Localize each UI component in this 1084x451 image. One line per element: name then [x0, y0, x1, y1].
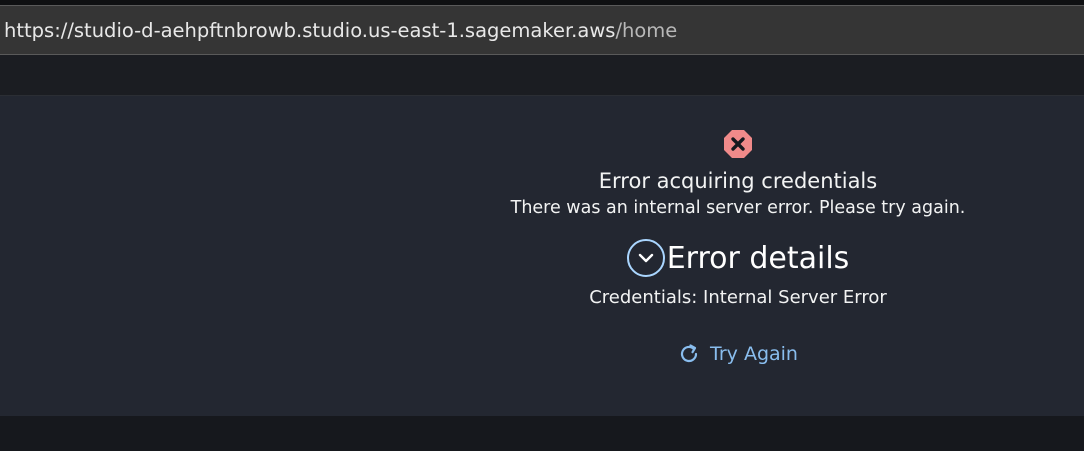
url-path: /home	[615, 18, 678, 42]
error-details-toggle[interactable]: Error details	[438, 237, 1038, 279]
error-x-icon	[724, 130, 752, 158]
error-details-text: Credentials: Internal Server Error	[589, 287, 887, 308]
url-text[interactable]: https://studio-d-aehpftnbrowb.studio.us-…	[4, 19, 677, 42]
page-footer-area	[0, 416, 1084, 451]
app-header	[0, 55, 1084, 96]
address-bar[interactable]: https://studio-d-aehpftnbrowb.studio.us-…	[0, 5, 1084, 55]
error-message: There was an internal server error. Plea…	[510, 198, 966, 218]
error-title: Error acquiring credentials	[598, 169, 878, 193]
chevron-down-icon	[638, 253, 653, 263]
error-content: Error acquiring credentials There was an…	[438, 129, 1038, 369]
error-details-heading: Error details	[666, 240, 850, 276]
expand-details-button[interactable]	[626, 239, 665, 277]
refresh-icon	[680, 344, 698, 363]
try-again-label: Try Again	[710, 343, 798, 365]
url-origin: https://studio-d-aehpftnbrowb.studio.us-…	[4, 18, 616, 42]
try-again-button[interactable]: Try Again	[678, 343, 798, 365]
